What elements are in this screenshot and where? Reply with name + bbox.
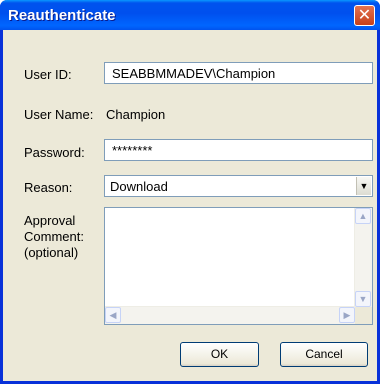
reason-selected-value: Download [110,179,168,194]
user-id-label: User ID: [24,67,72,82]
user-id-field[interactable]: SEABBMMADEV\Champion [104,62,373,84]
close-icon: ✕ [357,7,372,24]
vertical-scrollbar[interactable]: ▲ ▼ [354,208,372,307]
close-button[interactable]: ✕ [354,5,375,26]
user-name-value: Champion [106,107,166,122]
scroll-up-icon[interactable]: ▲ [355,208,371,224]
scroll-down-icon[interactable]: ▼ [355,291,371,307]
approval-comment-label-line3: (optional) [24,245,79,260]
reason-label: Reason: [24,180,73,195]
cancel-button[interactable]: Cancel [280,342,368,367]
scroll-left-icon[interactable]: ◀ [105,307,121,323]
password-label: Password: [24,145,85,160]
title-bar[interactable]: Reauthenticate ✕ [0,0,380,30]
scroll-right-icon[interactable]: ▶ [339,307,355,323]
approval-comment-label-line2: Comment: [24,229,84,244]
chevron-down-icon[interactable]: ▼ [356,177,371,195]
ok-button[interactable]: OK [180,342,259,367]
reason-dropdown[interactable]: Download ▼ [104,175,373,197]
window-title: Reauthenticate [8,7,116,24]
reauthenticate-dialog: Reauthenticate ✕ User ID: SEABBMMADEV\Ch… [0,0,380,384]
user-name-label: User Name: [24,107,94,122]
approval-comment-textarea[interactable]: ▲ ▼ ◀ ▶ [104,207,373,325]
scrollbar-corner [355,307,372,324]
approval-comment-label-line1: Approval [24,213,76,228]
horizontal-scrollbar[interactable]: ◀ ▶ [105,306,355,324]
password-field[interactable]: ******** [104,139,373,161]
